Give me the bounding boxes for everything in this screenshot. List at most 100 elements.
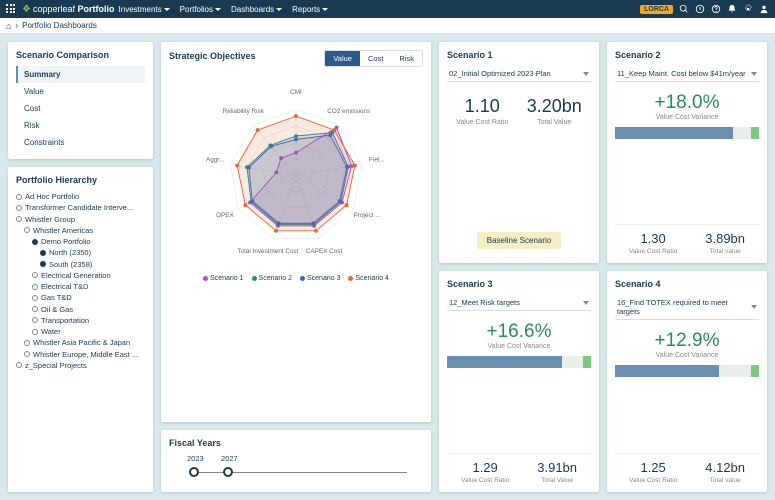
scenario-selector[interactable]: 11_Keep Maint. Cost below $41m/year bbox=[615, 66, 759, 82]
hierarchy-title: Portfolio Hierarchy bbox=[16, 175, 145, 185]
gear-icon[interactable] bbox=[743, 4, 753, 14]
tree-bullet-icon bbox=[32, 306, 38, 312]
svg-text:Fiel...: Fiel... bbox=[369, 157, 385, 164]
baseline-badge: Baseline Scenario bbox=[477, 232, 561, 249]
user-badge[interactable]: LORCA bbox=[640, 5, 673, 14]
tree-node[interactable]: North (2350) bbox=[16, 247, 145, 258]
tree-node[interactable]: Transportation bbox=[16, 315, 145, 326]
value-cost-ratio: 1.30 bbox=[629, 231, 677, 246]
tab-risk[interactable]: Risk bbox=[391, 51, 422, 66]
portfolio-hierarchy-panel: Portfolio Hierarchy Ad Hoc PortfolioTran… bbox=[8, 167, 153, 492]
tree-node[interactable]: Electrical Generation bbox=[16, 270, 145, 281]
apps-icon[interactable] bbox=[6, 4, 16, 14]
total-value: 3.20bn bbox=[527, 96, 582, 117]
tree-bullet-icon bbox=[16, 205, 22, 211]
total-value: 4.12bn bbox=[705, 460, 745, 475]
svg-text:Project ...: Project ... bbox=[354, 212, 381, 219]
fiscal-years-card: Fiscal Years 2023 2027 bbox=[161, 430, 431, 492]
scenario-title: Scenario 2 bbox=[615, 50, 759, 60]
fiscal-title: Fiscal Years bbox=[169, 438, 423, 448]
menu-portfolios[interactable]: Portfolios bbox=[180, 5, 221, 14]
tree-bullet-icon bbox=[32, 284, 38, 290]
chart-title: Strategic Objectives bbox=[169, 51, 256, 61]
tree-node[interactable]: Whistler Europe, Middle East ... bbox=[16, 349, 145, 360]
menu-investments[interactable]: Investments bbox=[119, 5, 170, 14]
total-value: 3.89bn bbox=[705, 231, 745, 246]
scenario-card-1: Scenario 102_Initial Optimized 2023 Plan… bbox=[439, 42, 599, 263]
tab-cost[interactable]: Cost bbox=[360, 51, 391, 66]
home-icon[interactable]: ⌂ bbox=[6, 21, 11, 31]
svg-text:CO2 emissions: CO2 emissions bbox=[327, 108, 370, 115]
help-icon[interactable] bbox=[711, 4, 721, 14]
tree-bullet-icon bbox=[32, 239, 38, 245]
chart-tabs: Value Cost Risk bbox=[324, 50, 423, 67]
tab-value[interactable]: Value bbox=[325, 51, 360, 66]
value-cost-variance: +16.6% bbox=[447, 321, 591, 343]
radar-chart: CMICO2 emissionsFiel...Project ...CAPEX … bbox=[169, 71, 423, 271]
tree-bullet-icon bbox=[32, 317, 38, 323]
tree-node[interactable]: Gas T&D bbox=[16, 292, 145, 303]
user-icon[interactable] bbox=[759, 4, 769, 14]
menu-reports[interactable]: Reports bbox=[292, 5, 328, 14]
tree-node[interactable]: Whistler Group bbox=[16, 214, 145, 225]
logo-icon: ❖ bbox=[22, 4, 31, 15]
tree-node[interactable]: Whistler Asia Pacific & Japan bbox=[16, 337, 145, 348]
svg-text:OPEX: OPEX bbox=[216, 212, 234, 219]
tree-node[interactable]: Oil & Gas bbox=[16, 304, 145, 315]
year-slider[interactable]: 2023 2027 bbox=[169, 454, 423, 484]
main-menu: Investments Portfolios Dashboards Report… bbox=[119, 5, 329, 14]
tree-bullet-icon bbox=[16, 216, 22, 222]
value-cost-ratio: 1.29 bbox=[461, 460, 509, 475]
tree-bullet-icon bbox=[24, 340, 30, 346]
tree-node[interactable]: Demo Portfolio bbox=[16, 236, 145, 247]
legend-item[interactable]: Scenario 3 bbox=[300, 275, 340, 282]
svg-text:Total Investment Cost: Total Investment Cost bbox=[237, 248, 298, 255]
nav-item-summary[interactable]: Summary bbox=[16, 66, 145, 83]
scenario-card-3: Scenario 312_Meet Risk targets+16.6%Valu… bbox=[439, 271, 599, 492]
tree-node[interactable]: Whistler Americas bbox=[16, 225, 145, 236]
scenario-comparison-panel: Scenario Comparison SummaryValueCostRisk… bbox=[8, 42, 153, 159]
breadcrumb-label[interactable]: Portfolio Dashboards bbox=[22, 21, 97, 30]
breadcrumb: ⌂ › Portfolio Dashboards bbox=[0, 18, 775, 34]
nav-item-cost[interactable]: Cost bbox=[16, 100, 145, 117]
tree-node[interactable]: Electrical T&D bbox=[16, 281, 145, 292]
value-cost-variance: +12.9% bbox=[615, 330, 759, 352]
tree-node[interactable]: Transformer Candidate Interve... bbox=[16, 202, 145, 213]
tree-bullet-icon bbox=[32, 295, 38, 301]
value-cost-variance: +18.0% bbox=[615, 92, 759, 114]
variance-bar bbox=[447, 356, 591, 368]
scenario-title: Scenario 3 bbox=[447, 279, 591, 289]
tree-node[interactable]: z_Special Projects bbox=[16, 360, 145, 371]
value-cost-ratio: 1.25 bbox=[629, 460, 677, 475]
nav-item-constraints[interactable]: Constraints bbox=[16, 134, 145, 151]
search-icon[interactable] bbox=[679, 4, 689, 14]
svg-text:Reliability Risk: Reliability Risk bbox=[223, 108, 265, 115]
nav-item-risk[interactable]: Risk bbox=[16, 117, 145, 134]
tree-bullet-icon bbox=[40, 250, 46, 256]
brand-label: copperleaf Portfolio bbox=[33, 4, 115, 14]
legend-dot-icon bbox=[203, 276, 208, 281]
scenario-card-4: Scenario 416_Find TOTEX required to meet… bbox=[607, 271, 767, 492]
chevron-down-icon bbox=[583, 301, 589, 305]
bell-icon[interactable] bbox=[727, 4, 737, 14]
legend-dot-icon bbox=[348, 276, 353, 281]
value-cost-ratio: 1.10 bbox=[456, 96, 508, 117]
svg-text:CAPEX Cost: CAPEX Cost bbox=[306, 248, 343, 255]
variance-bar bbox=[615, 365, 759, 377]
scenario-selector[interactable]: 12_Meet Risk targets bbox=[447, 295, 591, 311]
tree-node[interactable]: Water bbox=[16, 326, 145, 337]
menu-dashboards[interactable]: Dashboards bbox=[231, 5, 282, 14]
nav-item-value[interactable]: Value bbox=[16, 83, 145, 100]
history-icon[interactable] bbox=[695, 4, 705, 14]
legend-item[interactable]: Scenario 4 bbox=[348, 275, 388, 282]
tree-node[interactable]: South (2358) bbox=[16, 259, 145, 270]
slider-handle-from[interactable] bbox=[189, 467, 199, 477]
scenario-selector[interactable]: 16_Find TOTEX required to meet targets bbox=[615, 295, 759, 320]
legend-item[interactable]: Scenario 2 bbox=[252, 275, 292, 282]
tree-node[interactable]: Ad Hoc Portfolio bbox=[16, 191, 145, 202]
scenario-card-2: Scenario 2 11_Keep Maint. Cost below $41m… bbox=[607, 42, 767, 263]
chart-legend: Scenario 1 Scenario 2 Scenario 3 Scenario 4 bbox=[169, 275, 423, 282]
legend-item[interactable]: Scenario 1 bbox=[203, 275, 243, 282]
slider-handle-to[interactable] bbox=[223, 467, 233, 477]
scenario-selector[interactable]: 02_Initial Optimized 2023 Plan bbox=[447, 66, 591, 82]
